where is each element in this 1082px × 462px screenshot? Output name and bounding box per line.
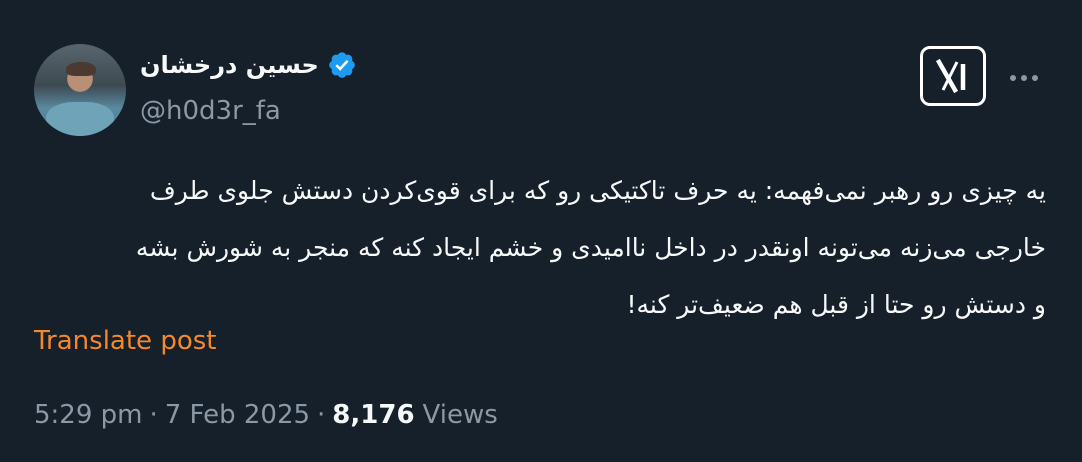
tweet-meta: 5:29 pm · 7 Feb 2025 · 8,176 Views	[34, 400, 498, 430]
meta-separator: ·	[317, 400, 326, 430]
avatar-shirt	[46, 102, 114, 136]
tweet-line: یه چیزی رو رهبر نمی‌فهمه: یه حرف تاکتیکی…	[149, 176, 1046, 205]
avatar[interactable]	[34, 44, 126, 136]
tweet-date[interactable]: 7 Feb 2025	[165, 400, 310, 430]
translate-post-link[interactable]: Translate post	[34, 326, 216, 356]
display-name[interactable]: حسین درخشان	[140, 51, 319, 79]
avatar-hair	[66, 62, 96, 76]
x-logo-icon[interactable]	[920, 46, 986, 106]
author-handle[interactable]: @h0d3r_fa	[140, 96, 281, 126]
verified-badge-icon	[327, 50, 357, 80]
tweet-line: خارجی می‌زنه می‌تونه اونقدر در داخل ناام…	[135, 233, 1046, 262]
views-label: Views	[422, 400, 498, 430]
author-name-row: حسین درخشان	[140, 50, 357, 80]
meta-separator: ·	[149, 400, 158, 430]
tweet-text: یه چیزی رو رهبر نمی‌فهمه: یه حرف تاکتیکی…	[34, 162, 1046, 333]
more-options-icon[interactable]	[1004, 58, 1044, 98]
tweet-time[interactable]: 5:29 pm	[34, 400, 142, 430]
views-count: 8,176	[332, 400, 415, 430]
tweet-line: و دستش رو حتا از قبل هم ضعیف‌تر کنه!	[626, 290, 1046, 319]
